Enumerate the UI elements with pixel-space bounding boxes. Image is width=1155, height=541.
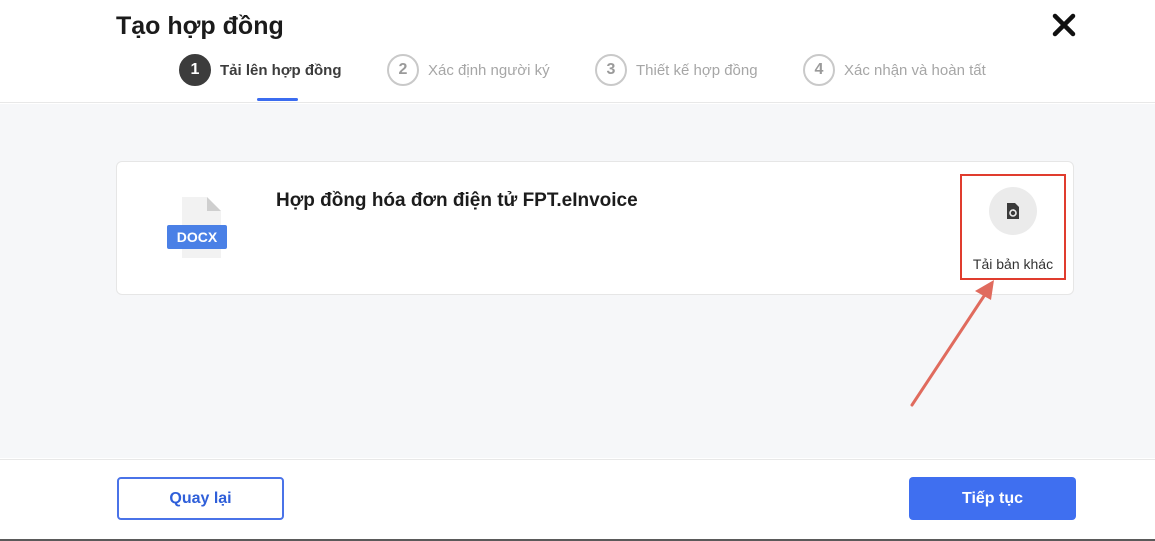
next-button[interactable]: Tiếp tục — [909, 477, 1076, 520]
step-upload[interactable]: 1 Tải lên hợp đồng — [179, 52, 342, 88]
dialog-title: Tạo hợp đồng — [116, 12, 284, 40]
file-type-label: DOCX — [177, 229, 218, 245]
document-name: Hợp đồng hóa đơn điện tử FPT.eInvoice — [276, 190, 638, 211]
docx-file-icon: DOCX — [165, 195, 230, 260]
close-icon[interactable] — [1049, 10, 1079, 40]
step-signers[interactable]: 2 Xác định người ký — [387, 52, 550, 88]
step-confirm[interactable]: 4 Xác nhận và hoàn tất — [803, 52, 986, 88]
active-step-indicator — [257, 98, 298, 101]
upload-another-label: Tải bản khác — [972, 256, 1054, 272]
step-number: 1 — [179, 54, 211, 86]
reupload-icon-circle — [989, 187, 1037, 235]
step-label: Tải lên hợp đồng — [220, 61, 342, 79]
step-number: 2 — [387, 54, 419, 86]
file-replace-icon — [1007, 203, 1019, 219]
stepper: 1 Tải lên hợp đồng 2 Xác định người ký 3… — [0, 52, 1155, 88]
step-label: Thiết kế hợp đồng — [636, 61, 758, 79]
back-button[interactable]: Quay lại — [117, 477, 284, 520]
dialog-footer: Quay lại Tiếp tục — [0, 459, 1155, 539]
step-number: 4 — [803, 54, 835, 86]
upload-another-button[interactable]: Tải bản khác — [960, 174, 1066, 280]
step-label: Xác nhận và hoàn tất — [844, 61, 986, 79]
document-card: DOCX Hợp đồng hóa đơn điện tử FPT.eInvoi… — [116, 161, 1074, 295]
dialog-header: Tạo hợp đồng 1 Tải lên hợp đồng 2 Xác đị… — [0, 0, 1155, 103]
step-label: Xác định người ký — [428, 61, 550, 79]
step-number: 3 — [595, 54, 627, 86]
step-design[interactable]: 3 Thiết kế hợp đồng — [595, 52, 758, 88]
